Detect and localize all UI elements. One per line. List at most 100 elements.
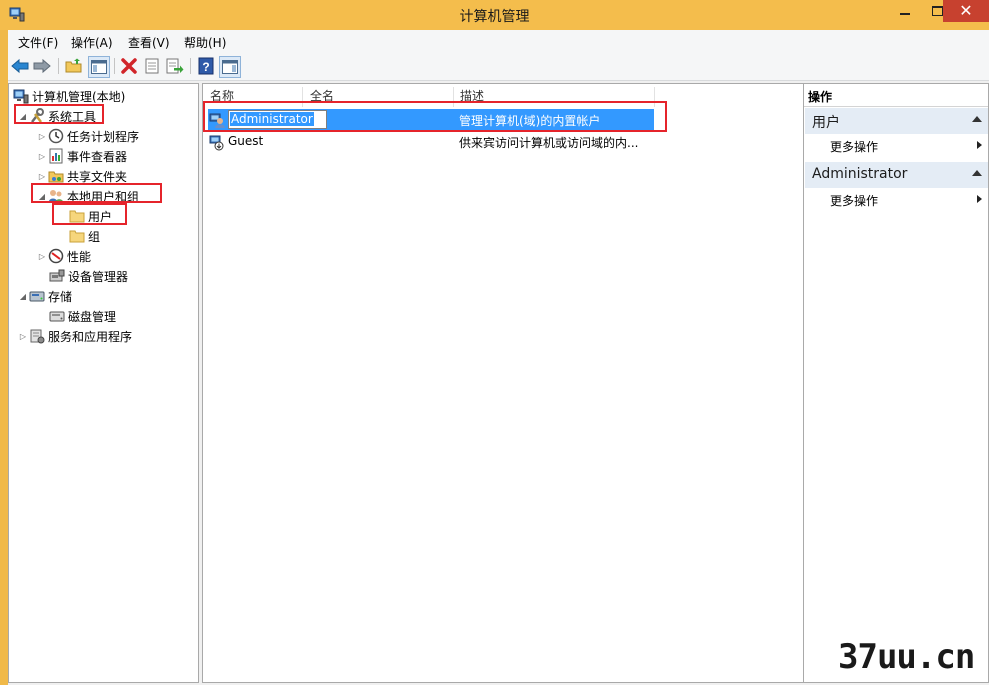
tree-node-label: 存储 xyxy=(48,289,73,304)
column-separator[interactable] xyxy=(302,87,303,107)
forward-button[interactable] xyxy=(32,56,52,76)
tree-node-label: 服务和应用程序 xyxy=(48,329,133,344)
toolbar-separator xyxy=(58,58,59,74)
event-viewer-icon xyxy=(49,148,63,164)
column-separator[interactable] xyxy=(654,87,655,107)
column-separator[interactable] xyxy=(453,87,454,107)
services-icon xyxy=(30,329,45,344)
collapsed-arrow-icon[interactable]: ▷ xyxy=(36,172,48,181)
menu-file[interactable]: 文件(F) xyxy=(18,34,58,51)
tree-node-shared-folders[interactable]: ▷ 共享文件夹 xyxy=(36,166,127,186)
tree-node-disk-management[interactable]: 磁盘管理 xyxy=(49,306,116,326)
tree-node-performance[interactable]: ▷ 性能 xyxy=(36,246,91,266)
more-actions-link[interactable]: 更多操作 xyxy=(830,138,878,155)
users-group-icon xyxy=(48,190,64,203)
actions-section-administrator[interactable]: Administrator xyxy=(805,162,988,188)
collapsed-arrow-icon[interactable]: ▷ xyxy=(36,152,48,161)
menu-action[interactable]: 操作(A) xyxy=(71,34,113,51)
tools-icon xyxy=(31,108,44,123)
tree-node-label: 磁盘管理 xyxy=(68,309,117,324)
computer-management-icon xyxy=(13,89,29,104)
menu-bar: 文件(F) 操作(A) 查看(V) 帮助(H) xyxy=(8,30,989,52)
column-header-name[interactable]: 名称 xyxy=(210,87,234,107)
list-row-administrator[interactable]: Administrator 管理计算机(域)的内置帐户 xyxy=(208,109,654,130)
menu-help[interactable]: 帮助(H) xyxy=(184,34,226,51)
back-button[interactable] xyxy=(10,56,30,76)
watermark: 37uu.cn xyxy=(838,637,975,677)
show-hide-action-pane-icon xyxy=(222,60,238,74)
tree-node-label: 事件查看器 xyxy=(67,149,128,164)
tree-node-label: 本地用户和组 xyxy=(67,189,140,204)
tree-node-services-applications[interactable]: ▷ 服务和应用程序 xyxy=(17,326,132,346)
tree-node-label: 设备管理器 xyxy=(68,269,129,284)
show-hide-console-tree-icon xyxy=(91,60,107,74)
collapsed-arrow-icon[interactable]: ▷ xyxy=(36,252,48,261)
row-description: 管理计算机(域)的内置帐户 xyxy=(459,114,601,128)
toolbar-separator xyxy=(190,58,191,74)
work-area: 计算机管理(本地) ◢ 系统工具 ▷ 任务计划程序 ▷ 事件查看器 ▷ 共享文件… xyxy=(8,81,989,685)
more-actions-link[interactable]: 更多操作 xyxy=(830,192,878,209)
performance-icon xyxy=(48,248,64,264)
collapsed-arrow-icon[interactable]: ▷ xyxy=(36,132,48,141)
tree-node-label: 计算机管理(本地) xyxy=(32,89,126,104)
tree-node-event-viewer[interactable]: ▷ 事件查看器 xyxy=(36,146,127,166)
tree-node-label: 系统工具 xyxy=(48,109,97,124)
tree-node-task-scheduler[interactable]: ▷ 任务计划程序 xyxy=(36,126,139,146)
user-account-icon xyxy=(209,113,225,128)
tree-node-local-users-groups[interactable]: ◢ 本地用户和组 xyxy=(36,186,139,206)
help-book-icon: ? xyxy=(198,57,214,75)
collapse-arrow-icon[interactable] xyxy=(972,170,982,176)
list-row-guest[interactable]: Guest 供来宾访问计算机或访问域的内... xyxy=(208,131,654,152)
submenu-arrow-icon[interactable] xyxy=(977,141,982,149)
delete-button[interactable] xyxy=(119,56,139,76)
column-header-description[interactable]: 描述 xyxy=(460,87,484,107)
disabled-user-account-icon xyxy=(209,135,224,151)
window-title: 计算机管理 xyxy=(459,9,530,25)
actions-pane: 操作 用户 更多操作 Administrator 更多操作 xyxy=(803,83,989,683)
forward-arrow-icon xyxy=(33,58,51,74)
tree-node-users[interactable]: 用户 xyxy=(69,206,112,226)
tree-node-device-manager[interactable]: 设备管理器 xyxy=(49,266,128,286)
up-folder-button[interactable] xyxy=(64,56,84,76)
tree-node-computer-management[interactable]: 计算机管理(本地) xyxy=(13,86,125,106)
expanded-arrow-icon[interactable]: ◢ xyxy=(17,112,29,121)
properties-button[interactable] xyxy=(142,56,162,76)
disk-icon xyxy=(49,311,65,322)
toolbar-separator xyxy=(114,58,115,74)
maximize-icon xyxy=(931,6,943,16)
help-button[interactable]: ? xyxy=(196,56,216,76)
actions-section-title: Administrator xyxy=(812,166,908,182)
row-description: 供来宾访问计算机或访问域的内... xyxy=(459,136,639,150)
tree-node-label: 性能 xyxy=(67,249,92,264)
tree-node-system-tools[interactable]: ◢ 系统工具 xyxy=(17,106,96,126)
menu-view[interactable]: 查看(V) xyxy=(128,34,170,51)
tree-node-label: 用户 xyxy=(88,209,113,224)
row-name-edit-field[interactable]: Administrator xyxy=(228,110,327,129)
minimize-button[interactable] xyxy=(888,0,922,22)
export-button[interactable] xyxy=(165,56,185,76)
minimize-icon xyxy=(900,13,910,15)
export-list-icon xyxy=(166,58,184,74)
tree-node-storage[interactable]: ◢ 存储 xyxy=(17,286,72,306)
list-view-pane: 名称 全名 描述 Administrator 管理计算机(域)的内置帐户 Gue… xyxy=(202,83,806,683)
expanded-arrow-icon[interactable]: ◢ xyxy=(17,292,29,301)
clock-icon xyxy=(48,128,64,144)
show-hide-tree-button[interactable] xyxy=(88,56,110,78)
actions-section-users[interactable]: 用户 xyxy=(805,108,988,134)
actions-pane-header: 操作 xyxy=(804,84,988,107)
close-icon: ✕ xyxy=(959,1,973,20)
submenu-arrow-icon[interactable] xyxy=(977,195,982,203)
expanded-arrow-icon[interactable]: ◢ xyxy=(36,192,48,201)
storage-icon xyxy=(29,291,45,302)
delete-x-icon xyxy=(121,58,137,74)
close-button[interactable]: ✕ xyxy=(943,0,989,22)
device-manager-icon xyxy=(49,269,65,282)
column-header-fullname[interactable]: 全名 xyxy=(310,87,334,107)
svg-text:?: ? xyxy=(202,60,209,74)
tree-node-groups[interactable]: 组 xyxy=(69,226,100,246)
up-folder-icon xyxy=(65,58,82,73)
collapse-arrow-icon[interactable] xyxy=(972,116,982,122)
show-hide-action-pane-button[interactable] xyxy=(219,56,241,78)
collapsed-arrow-icon[interactable]: ▷ xyxy=(17,332,29,341)
console-tree-pane: 计算机管理(本地) ◢ 系统工具 ▷ 任务计划程序 ▷ 事件查看器 ▷ 共享文件… xyxy=(8,83,199,683)
